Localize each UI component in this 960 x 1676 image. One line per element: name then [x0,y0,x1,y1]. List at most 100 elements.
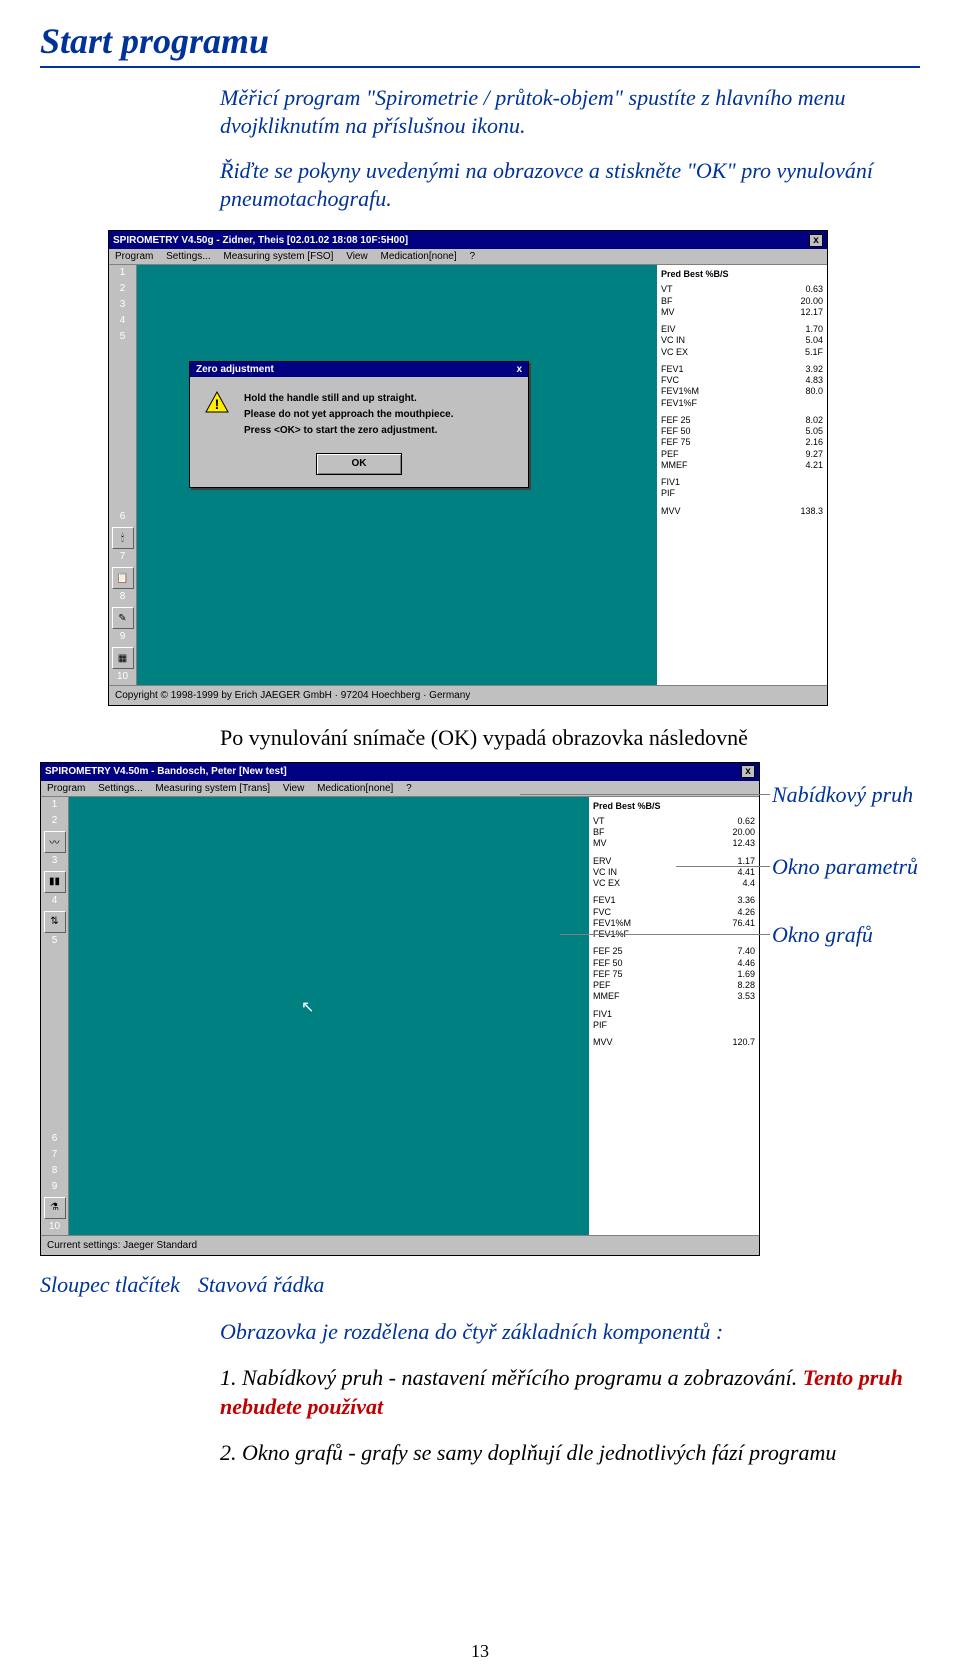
param-row: FEF 752.16 [661,437,823,448]
beaker-icon[interactable]: ⚗ [44,1197,66,1219]
close-icon[interactable]: x [741,765,755,778]
window-title: SPIROMETRY V4.50m - Bandosch, Peter [New… [45,766,287,777]
tool-num: 2 [52,815,58,829]
screenshot-1: SPIROMETRY V4.50g - Zidner, Theis [02.01… [108,230,828,706]
tool-num: 9 [52,1181,58,1195]
param-key: MV [593,838,607,849]
tool-num: 4 [120,315,126,329]
param-row: MV12.17 [661,307,823,318]
param-value: 4.41 [737,867,755,878]
flow-icon[interactable]: ⇅ [44,911,66,933]
app-body: 1 2 3 4 5 6 🕯 7 📋 8 ✎ 9 ▦ 10 Pred Best %… [109,265,827,685]
param-row: FEF 504.46 [593,958,755,969]
param-row: VC IN5.04 [661,335,823,346]
pen-icon[interactable]: ✎ [112,607,134,629]
intro-p1: Měřicí program "Spirometrie / průtok-obj… [220,84,910,139]
warning-icon: ! [204,391,230,413]
annotation-line [676,866,770,867]
dialog-close-icon[interactable]: x [516,364,522,375]
app-body: 1 2 〰 3 ▮▮ 4 ⇅ 5 6 7 8 9 ⚗ 10 Pred Best … [41,797,759,1235]
tool-num: 8 [52,1165,58,1179]
menu-medication[interactable]: Medication[none] [380,251,456,262]
menu-settings[interactable]: Settings... [166,251,210,262]
param-value: 5.04 [805,335,823,346]
menu-view[interactable]: View [346,251,368,262]
param-header: Pred Best %B/S [593,801,755,812]
param-key: BF [593,827,605,838]
menu-settings[interactable]: Settings... [98,783,142,794]
menu-help[interactable]: ? [406,783,412,794]
screenshot-2: SPIROMETRY V4.50m - Bandosch, Peter [New… [40,762,760,1256]
statusbar: Copyright © 1998-1999 by Erich JAEGER Gm… [109,685,827,705]
param-value: 3.92 [805,364,823,375]
menu-measuring-system[interactable]: Measuring system [FSO] [223,251,333,262]
menu-medication[interactable]: Medication[none] [317,783,393,794]
param-value: 4.26 [737,907,755,918]
menu-help[interactable]: ? [469,251,475,262]
param-key: FEV1 [593,895,616,906]
menu-measuring-system[interactable]: Measuring system [Trans] [155,783,270,794]
param-value: 0.62 [737,816,755,827]
body-p2a: 1. Nabídkový pruh - nastavení měřícího p… [220,1365,803,1390]
param-header: Pred Best %B/S [661,269,823,280]
param-row: BF20.00 [593,827,755,838]
param-key: FIV1 [593,1009,612,1020]
param-key: EIV [661,324,676,335]
param-value: 0.63 [805,284,823,295]
menu-view[interactable]: View [283,783,305,794]
param-key: MMEF [661,460,688,471]
clipboard-icon[interactable]: 📋 [112,567,134,589]
param-row: FEV1%F [593,929,755,940]
body-p3: 2. Okno grafů - grafy se samy doplňují d… [220,1439,910,1468]
tool-num: 1 [120,267,126,281]
param-row: MMEF3.53 [593,991,755,1002]
grid-icon[interactable]: ▦ [112,647,134,669]
tool-num: 7 [120,551,126,565]
dialog-line2: Please do not yet approach the mouthpiec… [244,407,516,423]
status-text: Current settings: Jaeger Standard [47,1240,197,1251]
param-row: PEF9.27 [661,449,823,460]
tool-num: 7 [52,1149,58,1163]
param-key: BF [661,296,673,307]
param-value: 138.3 [800,506,823,517]
toolbar-column: 1 2 3 4 5 6 🕯 7 📋 8 ✎ 9 ▦ 10 [109,265,137,685]
param-key: PEF [661,449,679,460]
tool-num: 3 [52,855,58,869]
param-value: 4.83 [805,375,823,386]
menu-program[interactable]: Program [115,251,153,262]
screenshot-caption: Po vynulování snímače (OK) vypadá obrazo… [220,724,910,752]
tool-num: 4 [52,895,58,909]
tool-num: 8 [120,591,126,605]
param-value: 80.0 [805,386,823,397]
bars-icon[interactable]: ▮▮ [44,871,66,893]
param-row: PIF [661,488,823,499]
param-key: FVC [593,907,611,918]
param-value: 12.17 [800,307,823,318]
param-value: 3.53 [737,991,755,1002]
intro-p2: Řiďte se pokyny uvedenými na obrazovce a… [220,157,910,212]
menubar[interactable]: Program Settings... Measuring system [FS… [109,249,827,265]
param-row: VC EX5.1F [661,347,823,358]
ok-button[interactable]: OK [316,453,402,475]
param-key: VC IN [593,867,617,878]
parameter-pane: Pred Best %B/S VT0.62BF20.00MV12.43ERV1.… [589,797,759,1235]
param-row: VT0.63 [661,284,823,295]
param-key: VT [593,816,605,827]
param-row: PEF8.28 [593,980,755,991]
param-key: PIF [593,1020,607,1031]
param-key: FEF 50 [593,958,623,969]
param-row: MVV120.7 [593,1037,755,1048]
window-titlebar: SPIROMETRY V4.50m - Bandosch, Peter [New… [41,763,759,781]
param-key: ERV [593,856,611,867]
param-row: FEV1 3.92 [661,364,823,375]
wave-icon[interactable]: 〰 [44,831,66,853]
tool-num: 6 [120,511,126,525]
close-icon[interactable]: x [809,234,823,247]
param-row: BF20.00 [661,296,823,307]
page-number: 13 [0,1641,960,1662]
candle-icon[interactable]: 🕯 [112,527,134,549]
param-value: 5.1F [805,347,823,358]
param-row: MV12.43 [593,838,755,849]
param-key: FEV1 [661,364,684,375]
menu-program[interactable]: Program [47,783,85,794]
